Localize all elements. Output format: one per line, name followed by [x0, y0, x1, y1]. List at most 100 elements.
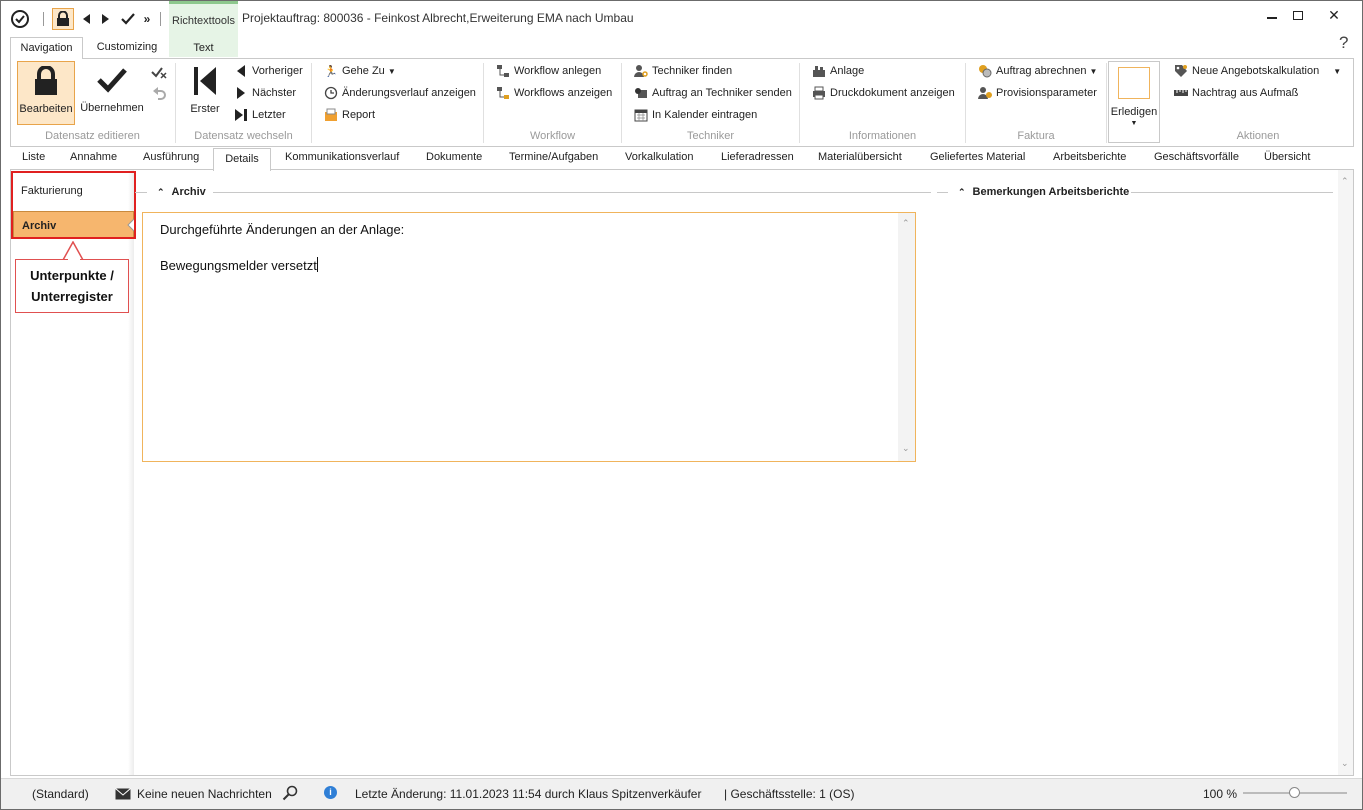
naechster-label: Nächster	[252, 87, 297, 99]
annotation-callout: Unterpunkte / Unterregister	[15, 259, 129, 313]
archiv-text-editor[interactable]: Durchgeführte Änderungen an der Anlage: …	[142, 212, 916, 462]
tab-lieferadressen[interactable]: Lieferadressen	[721, 151, 794, 163]
section-archiv-header[interactable]: ⌃ Archiv	[157, 186, 206, 198]
status-last-change: Letzte Änderung: 11.01.2023 11:54 durch …	[355, 787, 702, 801]
editor-scrollbar[interactable]: ⌃ ⌄	[898, 213, 915, 461]
help-button[interactable]: ?	[1339, 33, 1348, 53]
report-button[interactable]: Report	[323, 105, 375, 125]
zoom-slider[interactable]	[1243, 787, 1347, 798]
status-profile[interactable]: (Standard)	[32, 787, 89, 801]
qa-separator-2	[158, 9, 162, 29]
commission-icon	[977, 85, 993, 101]
scroll-up-icon[interactable]: ⌃	[902, 218, 910, 229]
tab-dokumente[interactable]: Dokumente	[426, 151, 482, 163]
erster-label: Erster	[190, 103, 220, 115]
kalender-button[interactable]: In Kalender eintragen	[633, 105, 757, 125]
tab-geschaeftsvorfaelle[interactable]: Geschäftsvorfälle	[1154, 151, 1239, 163]
angebotskalkulation-label: Neue Angebotskalkulation	[1192, 65, 1320, 77]
vorheriger-button[interactable]: Vorheriger	[233, 61, 303, 81]
workflow-anlegen-button[interactable]: Workflow anlegen	[495, 61, 601, 81]
archiv-text-line-2: Bewegungsmelder versetzt	[160, 257, 318, 273]
app-check-icon[interactable]	[9, 9, 31, 29]
calculation-tag-icon	[1173, 63, 1189, 79]
undo-icon[interactable]	[152, 86, 166, 105]
scroll-up-icon[interactable]: ⌃	[1341, 176, 1349, 187]
running-man-icon: 🏃	[324, 65, 338, 78]
gehe-zu-dropdown[interactable]: 🏃 Gehe Zu ▼	[323, 61, 396, 81]
erster-button[interactable]: Erster	[183, 61, 227, 115]
chevron-down-icon: ▼	[1333, 66, 1342, 76]
ribbon-tab-customizing[interactable]: Customizing	[89, 37, 165, 58]
section-bemerkungen-title: Bemerkungen Arbeitsberichte	[972, 186, 1130, 198]
chevron-down-icon: ▼	[1130, 120, 1138, 127]
tab-annahme[interactable]: Annahme	[70, 151, 117, 163]
nachtrag-aufmass-label: Nachtrag aus Aufmaß	[1192, 87, 1299, 99]
first-record-icon	[192, 66, 218, 99]
tab-geliefertes-material[interactable]: Geliefertes Material	[930, 151, 1025, 163]
naechster-button[interactable]: Nächster	[233, 83, 296, 103]
erledigen-label: Erledigen	[1110, 106, 1158, 118]
tab-arbeitsberichte[interactable]: Arbeitsberichte	[1053, 151, 1126, 163]
lock-icon[interactable]	[52, 8, 74, 30]
save-check-icon[interactable]	[119, 9, 137, 29]
section-bemerkungen-header[interactable]: ⌃ Bemerkungen Arbeitsberichte	[958, 186, 1129, 198]
auftrag-senden-label: Auftrag an Techniker senden	[652, 87, 792, 99]
tab-kommunikationsverlauf[interactable]: Kommunikationsverlauf	[285, 151, 399, 163]
scroll-down-icon[interactable]: ⌄	[902, 443, 910, 454]
auftrag-senden-button[interactable]: Auftrag an Techniker senden	[633, 83, 792, 103]
workflows-anzeigen-button[interactable]: Workflows anzeigen	[495, 83, 612, 103]
title-bar: » Richtexttools Projektauftrag: 800036 -…	[1, 1, 1362, 57]
status-zoom: 100 %	[1203, 787, 1238, 801]
zoom-slider-thumb[interactable]	[1289, 787, 1300, 798]
content-scrollbar[interactable]: ⌃ ⌄	[1338, 170, 1353, 775]
nachtrag-aufmass-button[interactable]: Nachtrag aus Aufmaß	[1173, 83, 1298, 103]
section-line	[135, 192, 147, 193]
technician-search-icon	[633, 63, 649, 79]
lock-icon-large	[33, 65, 59, 99]
invoice-coins-icon	[977, 63, 993, 79]
techniker-finden-button[interactable]: Techniker finden	[633, 61, 732, 81]
report-icon	[323, 107, 339, 123]
aenderungsverlauf-label: Änderungsverlauf anzeigen	[342, 87, 476, 99]
forward-arrow-icon[interactable]	[99, 9, 113, 29]
ribbon-panel: Bearbeiten Übernehmen Datensatz editiere…	[10, 58, 1354, 147]
more-chevron-icon[interactable]: »	[141, 9, 153, 29]
search-icon[interactable]	[282, 785, 298, 804]
druckdokument-button[interactable]: Druckdokument anzeigen	[811, 83, 955, 103]
chevron-down-icon: ▼	[1089, 66, 1098, 76]
tab-vorkalkulation[interactable]: Vorkalkulation	[625, 151, 694, 163]
erledigen-dropdown[interactable]: Erledigen ▼	[1108, 61, 1160, 143]
detail-tab-bar: Liste Annahme Ausführung Details Kommuni…	[10, 148, 1354, 171]
bearbeiten-button[interactable]: Bearbeiten	[17, 61, 75, 125]
tab-details[interactable]: Details	[213, 148, 271, 171]
auftrag-abrechnen-label: Auftrag abrechnen	[996, 65, 1087, 77]
letzter-button[interactable]: Letzter	[233, 105, 286, 125]
auftrag-abrechnen-dropdown[interactable]: Auftrag abrechnen ▼	[977, 61, 1097, 81]
tab-termine-aufgaben[interactable]: Termine/Aufgaben	[509, 151, 598, 163]
group-label-aktionen: Aktionen	[1236, 130, 1280, 142]
highlight-frame	[11, 171, 136, 239]
provisionsparameter-button[interactable]: Provisionsparameter	[977, 83, 1097, 103]
back-arrow-icon[interactable]	[79, 9, 93, 29]
tab-materialuebersicht[interactable]: Materialübersicht	[818, 151, 902, 163]
uebernehmen-button[interactable]: Übernehmen	[79, 61, 145, 114]
tab-ausfuehrung[interactable]: Ausführung	[143, 151, 199, 163]
close-button[interactable]: ✕	[1319, 4, 1349, 26]
group-separator	[311, 63, 312, 143]
check-cancel-icon[interactable]	[151, 65, 167, 82]
vorheriger-label: Vorheriger	[252, 65, 303, 77]
scroll-down-icon[interactable]: ⌄	[1341, 758, 1349, 769]
ribbon-tab-navigation[interactable]: Navigation	[10, 37, 83, 59]
context-group-label: Richtexttools	[172, 15, 235, 27]
tab-liste[interactable]: Liste	[22, 151, 45, 163]
ribbon-tab-text[interactable]: Text	[170, 38, 237, 59]
anlage-button[interactable]: Anlage	[811, 61, 864, 81]
aenderungsverlauf-button[interactable]: Änderungsverlauf anzeigen	[323, 83, 476, 103]
workflow-icon	[495, 63, 511, 79]
collapse-chevron-icon: ⌃	[157, 186, 165, 197]
maximize-button[interactable]	[1283, 4, 1313, 26]
status-messages[interactable]: Keine neuen Nachrichten	[137, 787, 272, 801]
angebotskalkulation-dropdown[interactable]: Neue Angebotskalkulation ▼	[1173, 61, 1341, 81]
tab-uebersicht[interactable]: Übersicht	[1264, 151, 1310, 163]
workflow-anlegen-label: Workflow anlegen	[514, 65, 602, 77]
